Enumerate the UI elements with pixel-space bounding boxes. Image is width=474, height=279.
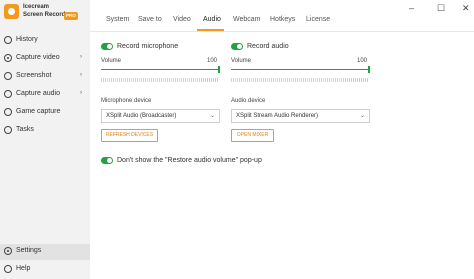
sidebar-item-label: Capture audio [16,90,60,97]
chevron-right-icon: › [80,72,82,78]
gear-icon [4,247,12,255]
record-audio-toggle[interactable] [231,43,243,50]
sidebar-item-label: Capture video [16,54,60,61]
audio-device-value: XSplit Stream Audio Renderer) [236,113,319,119]
mic-volume-label: Volume [101,58,122,64]
tab-audio[interactable]: Audio [203,16,221,23]
sidebar-item-capture-audio[interactable]: Capture audio › [0,87,90,103]
open-mixer-button[interactable]: OPEN MIXER [231,129,274,142]
sidebar-item-label: History [16,36,38,43]
mic-level-meter-peak [201,78,219,82]
sidebar-item-help[interactable]: Help [0,262,90,278]
sidebar-item-screenshot[interactable]: Screenshot › [0,69,90,85]
audio-device-select[interactable]: XSplit Stream Audio Renderer) ⌄ [231,109,370,123]
record-microphone-label: Record microphone [117,43,179,50]
refresh-devices-button[interactable]: REFRESH DEVICES [101,129,158,142]
restore-volume-popup-label: Don't show the "Restore audio volume" po… [117,157,262,164]
gamepad-icon [4,108,12,116]
sidebar-item-game-capture[interactable]: Game capture [0,105,90,121]
chevron-down-icon: ⌄ [209,113,215,119]
sidebar-item-history[interactable]: History [0,33,90,49]
audio-volume-label: Volume [231,58,252,64]
history-icon [4,36,12,44]
chevron-right-icon: › [80,54,82,60]
sidebar-item-tasks[interactable]: Tasks [0,123,90,139]
audio-level-meter-peak [349,78,369,82]
tab-system[interactable]: System [106,16,129,23]
capture-video-icon [4,54,12,62]
microphone-device-label: Microphone device [101,98,152,104]
tab-save-to[interactable]: Save to [138,16,162,23]
chevron-right-icon: › [80,90,82,96]
mic-volume-slider-handle[interactable] [218,66,220,73]
tab-video[interactable]: Video [173,16,191,23]
camera-icon [4,72,12,80]
audio-volume-slider-handle[interactable] [368,66,370,73]
pro-badge: PRO [64,12,78,20]
tab-hotkeys[interactable]: Hotkeys [270,16,295,23]
audio-volume-value: 100 [357,58,368,64]
sidebar-item-label: Game capture [16,108,61,115]
app-logo-icon [4,4,19,19]
brand-name-line1: Icecream [23,4,50,10]
sidebar: Icecream Screen Recorder PRO History Cap… [0,0,90,279]
audio-volume-slider[interactable] [231,69,369,70]
microphone-device-select[interactable]: XSplit Audio (Broadcaster) ⌄ [101,109,220,123]
mic-level-meter [101,78,201,82]
help-icon [4,265,12,273]
sidebar-item-label: Screenshot [16,72,52,79]
tabs-divider [90,31,474,32]
restore-volume-popup-toggle[interactable] [101,157,113,164]
microphone-icon [4,90,12,98]
chevron-down-icon: ⌄ [359,113,365,119]
record-microphone-toggle[interactable] [101,43,113,50]
record-audio-label: Record audio [247,43,289,50]
audio-device-label: Audio device [231,98,266,104]
tab-webcam[interactable]: Webcam [233,16,261,23]
sidebar-item-capture-video[interactable]: Capture video › [0,51,90,67]
tasks-icon [4,126,12,134]
mic-volume-slider[interactable] [101,69,219,70]
sidebar-item-label: Settings [16,247,42,254]
sidebar-item-settings[interactable]: Settings [0,244,90,260]
microphone-device-value: XSplit Audio (Broadcaster) [106,113,177,119]
sidebar-item-label: Tasks [16,126,34,133]
tab-license[interactable]: License [306,16,330,23]
sidebar-item-label: Help [16,265,31,272]
mic-volume-value: 100 [207,58,218,64]
audio-level-meter [231,78,349,82]
